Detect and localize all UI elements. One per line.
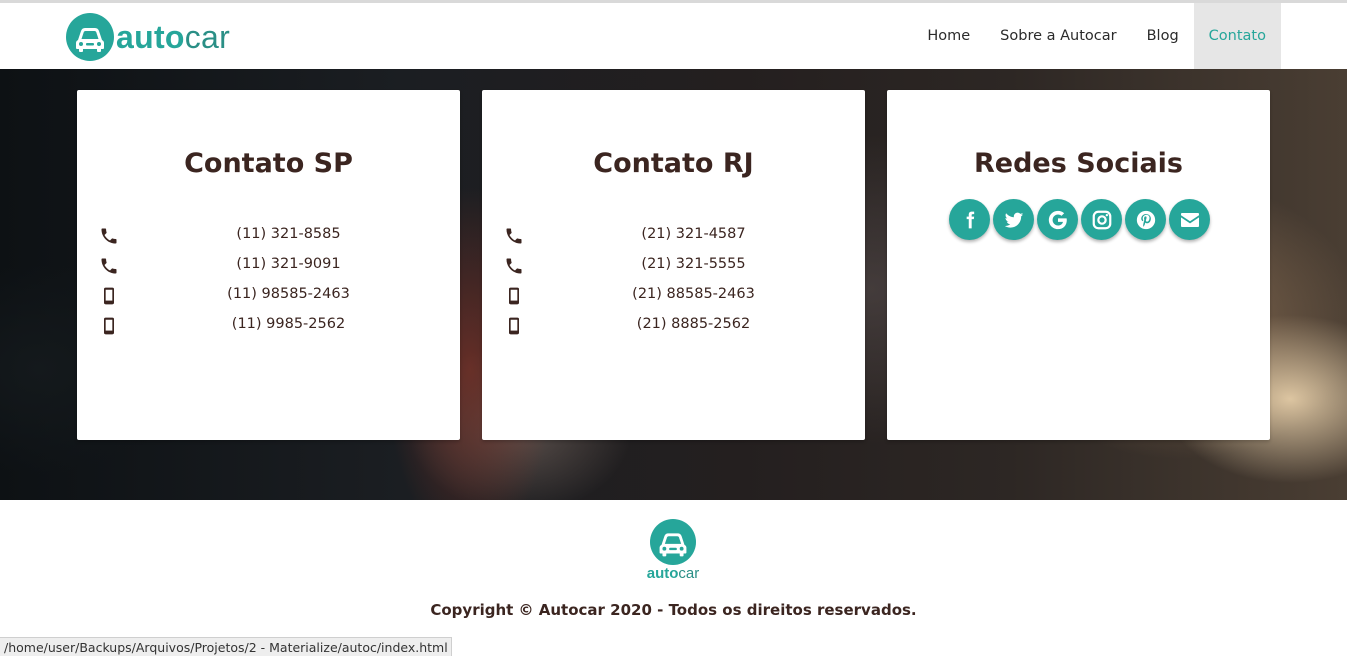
phone-number: (21) 321-4587 bbox=[641, 226, 746, 242]
brand-wordmark-auto: auto bbox=[116, 18, 185, 55]
mobile-icon bbox=[104, 317, 114, 335]
footer-wordmark-car: car bbox=[678, 565, 700, 582]
contact-row: (11) 321-9091 bbox=[77, 252, 460, 282]
mobile-icon bbox=[509, 317, 519, 335]
google-icon[interactable] bbox=[1037, 199, 1078, 240]
nav-item-contato[interactable]: Contato bbox=[1193, 3, 1281, 69]
footer-wordmark-auto: auto bbox=[646, 565, 679, 582]
phone-number: (11) 321-9091 bbox=[236, 256, 341, 272]
browser-status-bar: /home/user/Backups/Arquivos/Projetos/2 -… bbox=[0, 637, 452, 656]
contact-row: (21) 88585-2463 bbox=[482, 282, 865, 312]
social-card: Redes Sociais bbox=[887, 90, 1270, 440]
brand-wordmark: autocar bbox=[116, 19, 230, 56]
card-title: Contato RJ bbox=[593, 148, 754, 179]
car-logo-icon bbox=[66, 13, 114, 61]
social-links bbox=[949, 199, 1210, 240]
twitter-icon[interactable] bbox=[993, 199, 1034, 240]
nav-item-sobre[interactable]: Sobre a Autocar bbox=[985, 3, 1131, 69]
envelope-icon[interactable] bbox=[1169, 199, 1210, 240]
phone-icon bbox=[101, 258, 117, 274]
facebook-icon[interactable] bbox=[949, 199, 990, 240]
contact-row: (11) 321-8585 bbox=[77, 222, 460, 252]
phone-number: (11) 98585-2463 bbox=[227, 286, 350, 302]
mobile-icon bbox=[104, 287, 114, 305]
instagram-icon[interactable] bbox=[1081, 199, 1122, 240]
contact-card-sp: Contato SP (11) 321-8585 (11) 321-9091 (… bbox=[77, 90, 460, 440]
phone-number: (11) 9985-2562 bbox=[231, 316, 346, 332]
contact-row: (21) 8885-2562 bbox=[482, 312, 865, 342]
footer-logo[interactable]: autocar bbox=[642, 519, 704, 582]
hero-background: Contato SP (11) 321-8585 (11) 321-9091 (… bbox=[0, 69, 1347, 500]
car-logo-icon bbox=[650, 519, 696, 565]
phone-icon bbox=[101, 228, 117, 244]
contact-row: (21) 321-4587 bbox=[482, 222, 865, 252]
card-title: Redes Sociais bbox=[973, 148, 1183, 179]
phone-number: (21) 8885-2562 bbox=[636, 316, 751, 332]
navbar: autocar Home Sobre a Autocar Blog Contat… bbox=[0, 3, 1347, 69]
phone-number: (21) 88585-2463 bbox=[632, 286, 755, 302]
card-title: Contato SP bbox=[184, 148, 353, 179]
contact-row: (11) 98585-2463 bbox=[77, 282, 460, 312]
nav-menu: Home Sobre a Autocar Blog Contato bbox=[912, 3, 1281, 69]
nav-item-blog[interactable]: Blog bbox=[1132, 3, 1194, 69]
footer-wordmark: autocar bbox=[642, 565, 704, 582]
copyright-text: Copyright © Autocar 2020 - Todos os dire… bbox=[430, 601, 917, 619]
mobile-icon bbox=[509, 287, 519, 305]
contact-row: (11) 9985-2562 bbox=[77, 312, 460, 342]
phone-icon bbox=[506, 258, 522, 274]
contact-row: (21) 321-5555 bbox=[482, 252, 865, 282]
brand-wordmark-car: car bbox=[184, 18, 231, 55]
pinterest-icon[interactable] bbox=[1125, 199, 1166, 240]
nav-item-home[interactable]: Home bbox=[912, 3, 985, 69]
phone-number: (21) 321-5555 bbox=[641, 256, 746, 272]
phone-number: (11) 321-8585 bbox=[236, 226, 341, 242]
contact-card-rj: Contato RJ (21) 321-4587 (21) 321-5555 (… bbox=[482, 90, 865, 440]
phone-icon bbox=[506, 228, 522, 244]
brand-logo[interactable]: autocar bbox=[66, 12, 230, 62]
